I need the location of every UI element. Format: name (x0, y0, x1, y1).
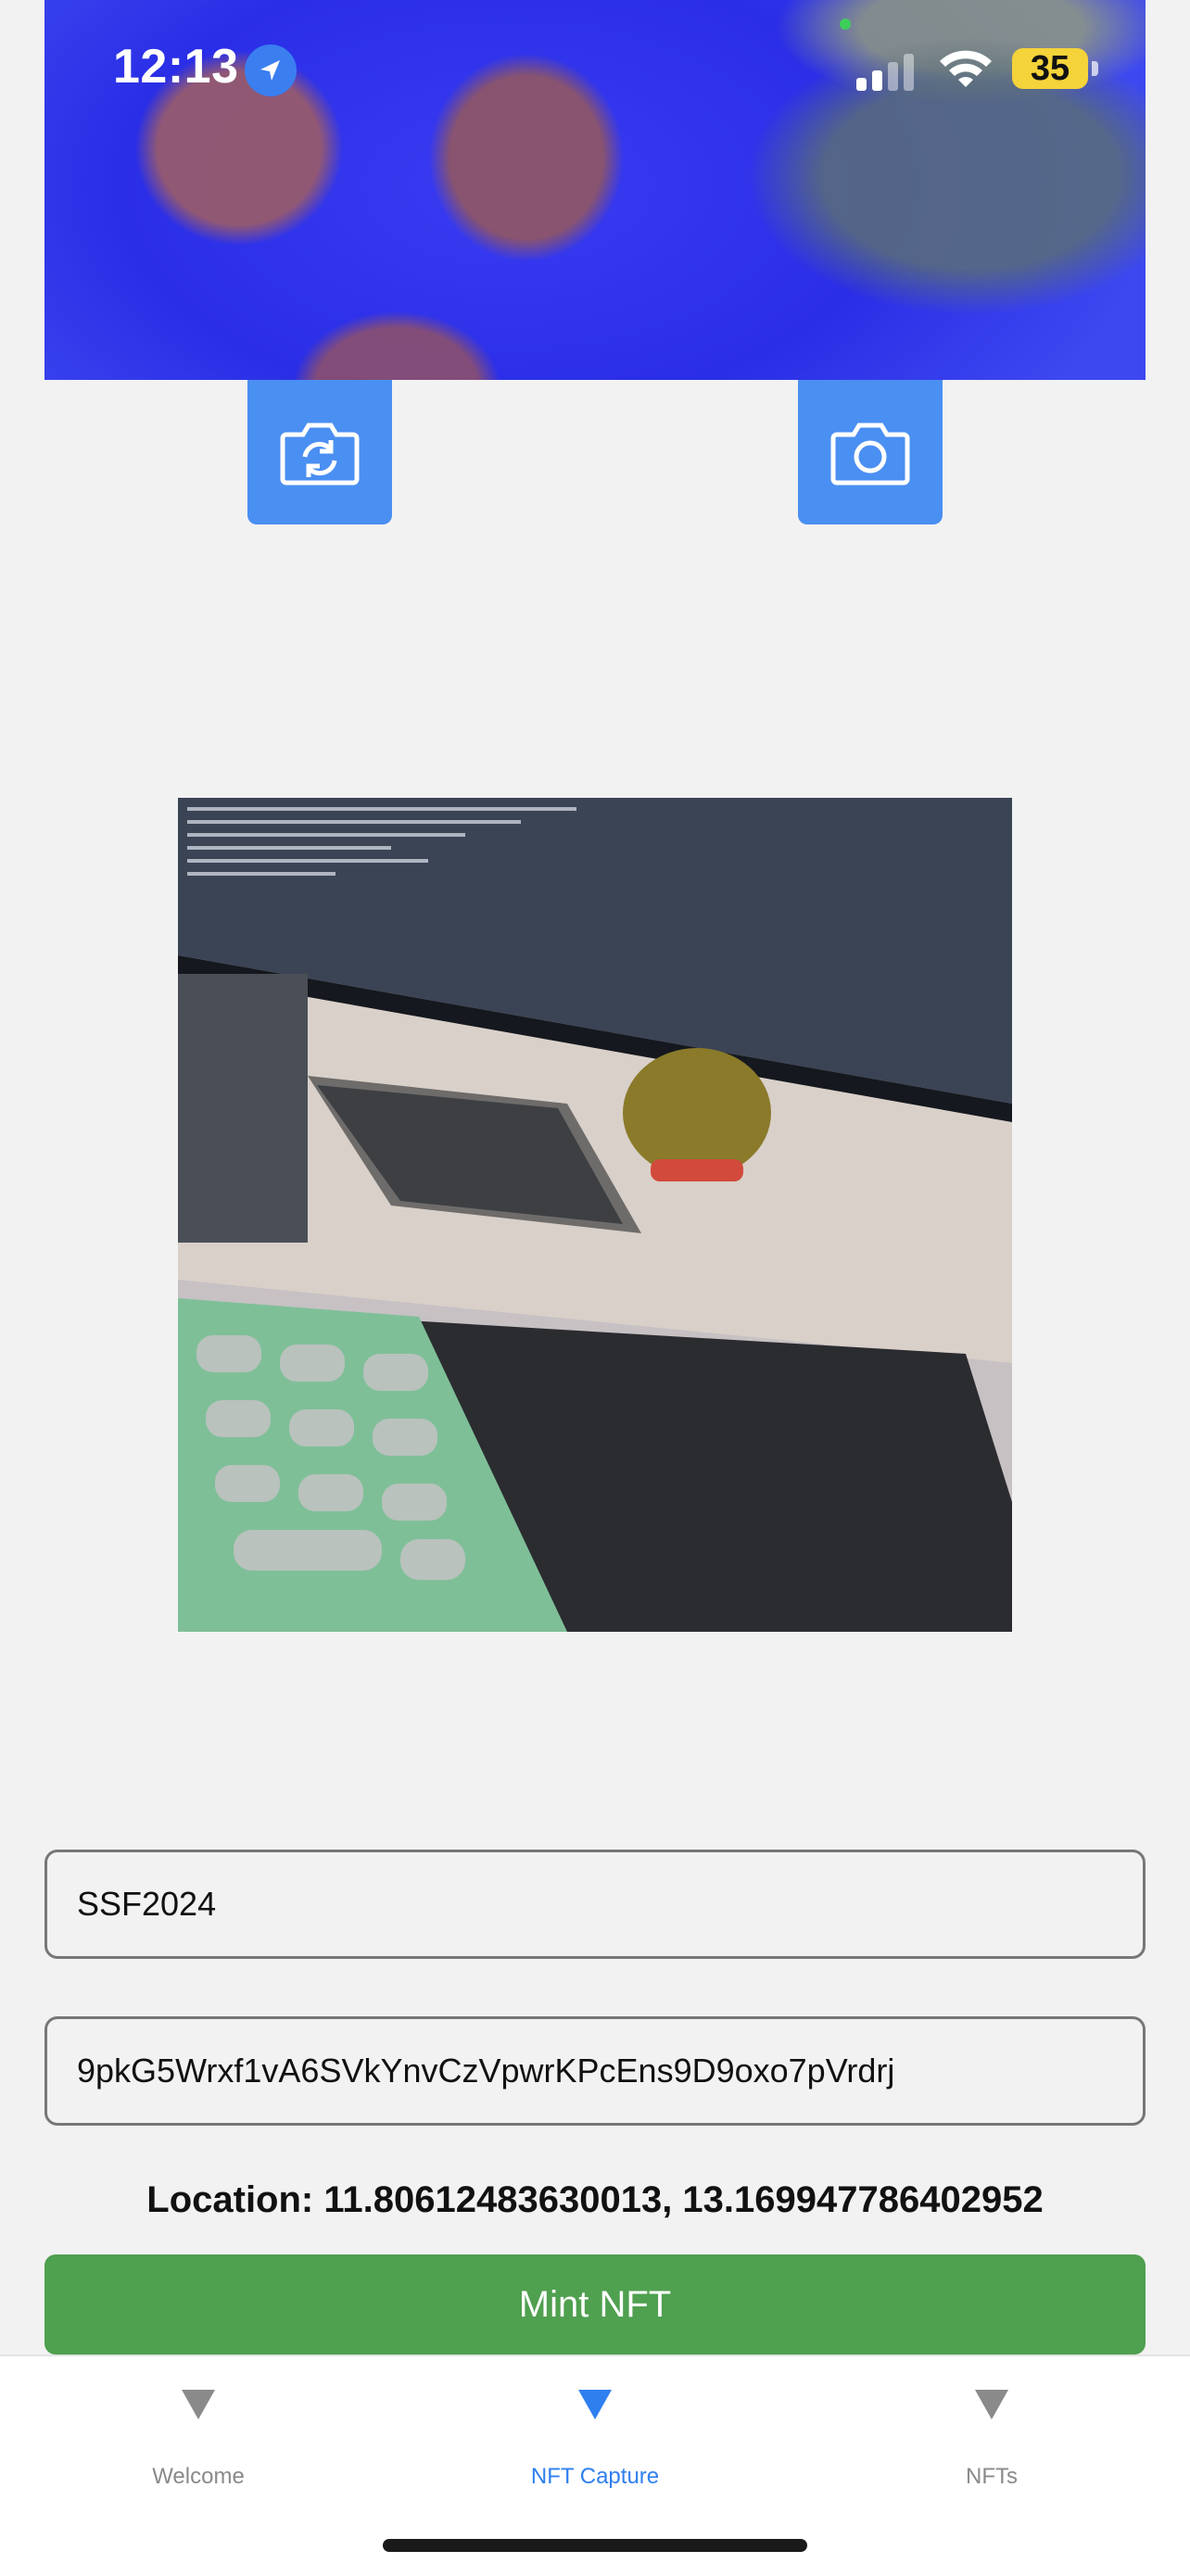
triangle-down-icon (578, 2390, 612, 2419)
mint-nft-button[interactable]: Mint NFT (44, 2254, 1146, 2355)
wallet-address-input[interactable] (44, 2016, 1146, 2126)
tab-label: Welcome (152, 2464, 245, 2489)
camera-icon (830, 423, 910, 486)
tab-nfts[interactable]: NFTs (793, 2356, 1190, 2495)
home-indicator[interactable] (383, 2539, 807, 2552)
tab-nft-capture[interactable]: NFT Capture (397, 2356, 793, 2495)
tab-label: NFT Capture (530, 2464, 660, 2489)
status-bar: 12:13 35 (0, 0, 1190, 139)
camera-in-use-indicator (840, 19, 851, 30)
nft-name-input[interactable] (44, 1850, 1146, 1959)
battery-icon: 35 (1012, 48, 1088, 89)
capture-photo-button[interactable] (798, 380, 943, 524)
status-time: 12:13 (113, 40, 239, 94)
captured-photo (178, 798, 1012, 1632)
camera-flip-icon (280, 423, 360, 486)
triangle-down-icon (182, 2390, 215, 2419)
battery-tip (1092, 61, 1098, 76)
flip-camera-button[interactable] (247, 380, 392, 524)
triangle-down-icon (975, 2390, 1008, 2419)
location-text: Location: 11.80612483630013, 13.16994778… (146, 2179, 1044, 2220)
location-arrow-icon (245, 44, 297, 96)
wifi-icon (940, 50, 992, 87)
cellular-signal-icon (856, 54, 914, 91)
tab-label: NFTs (966, 2464, 1018, 2489)
battery-level: 35 (1030, 48, 1070, 88)
tab-welcome[interactable]: Welcome (0, 2356, 397, 2495)
